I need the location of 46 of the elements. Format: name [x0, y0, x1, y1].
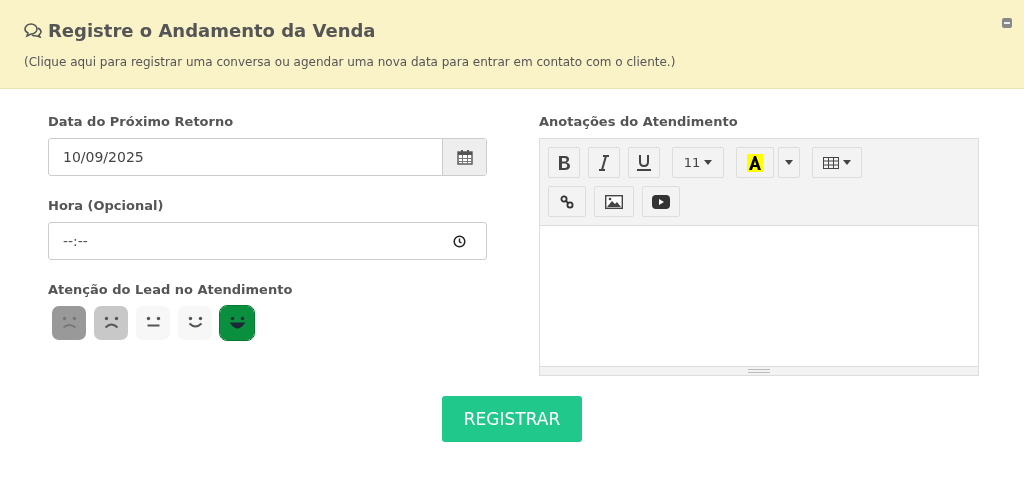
happy-face-icon	[187, 316, 203, 330]
font-size-dropdown[interactable]: 11	[672, 147, 724, 178]
rating-face-button[interactable]	[52, 306, 86, 340]
field-label: Atenção do Lead no Atendimento	[48, 282, 294, 297]
sad-face-icon	[103, 316, 119, 330]
clock-icon[interactable]	[453, 234, 466, 248]
highlight-color-button[interactable]	[736, 147, 774, 178]
rating-face-button[interactable]	[136, 306, 170, 340]
resize-handle[interactable]	[540, 366, 978, 375]
very-sad-face-icon	[61, 316, 77, 330]
field-label: Hora (Opcional)	[48, 198, 165, 213]
link-button[interactable]	[548, 186, 586, 217]
caret-icon	[843, 160, 851, 165]
field-label: Anotações do Atendimento	[539, 114, 739, 129]
caret-icon	[785, 160, 793, 165]
bold-button[interactable]	[548, 147, 580, 178]
panel-header[interactable]: Registre o Andamento da Venda (Clique aqui para registrar uma conversa ou agendar uma nova data para entrar em contato com o cliente.)	[0, 0, 1024, 89]
table-icon	[823, 156, 839, 169]
neutral-face-icon	[145, 316, 161, 330]
panel-title: Registre o Andamento da Venda	[48, 20, 376, 41]
video-button[interactable]	[642, 186, 680, 217]
link-icon	[560, 194, 574, 209]
collapse-icon[interactable]	[1002, 18, 1012, 28]
grip-icon	[748, 369, 770, 373]
play-icon	[652, 194, 670, 209]
rating-face-button[interactable]	[220, 306, 254, 340]
bold-icon	[557, 154, 571, 171]
underline-button[interactable]	[628, 147, 660, 178]
panel-subtitle: (Clique aqui para registrar uma conversa ou agendar uma nova data para entrar em contato com o cliente.)	[24, 55, 677, 69]
rating-face-button[interactable]	[178, 306, 212, 340]
italic-button[interactable]	[588, 147, 620, 178]
date-field[interactable]: 10/09/2025	[49, 139, 442, 175]
date-input-group[interactable]: 10/09/2025	[48, 138, 487, 176]
color-dropdown-button[interactable]	[778, 147, 800, 178]
highlight-letter-icon	[747, 153, 763, 172]
table-dropdown[interactable]	[812, 147, 862, 178]
caret-icon	[704, 160, 713, 165]
field-label: Data do Próximo Retorno	[48, 114, 235, 129]
image-button[interactable]	[594, 186, 634, 217]
image-icon	[605, 194, 623, 209]
italic-icon	[599, 154, 609, 171]
calendar-icon[interactable]	[456, 149, 473, 165]
rating-face-button[interactable]	[94, 306, 128, 340]
very-happy-face-icon	[229, 316, 245, 330]
underline-icon	[637, 154, 651, 171]
chat-bubbles-icon	[24, 23, 42, 38]
